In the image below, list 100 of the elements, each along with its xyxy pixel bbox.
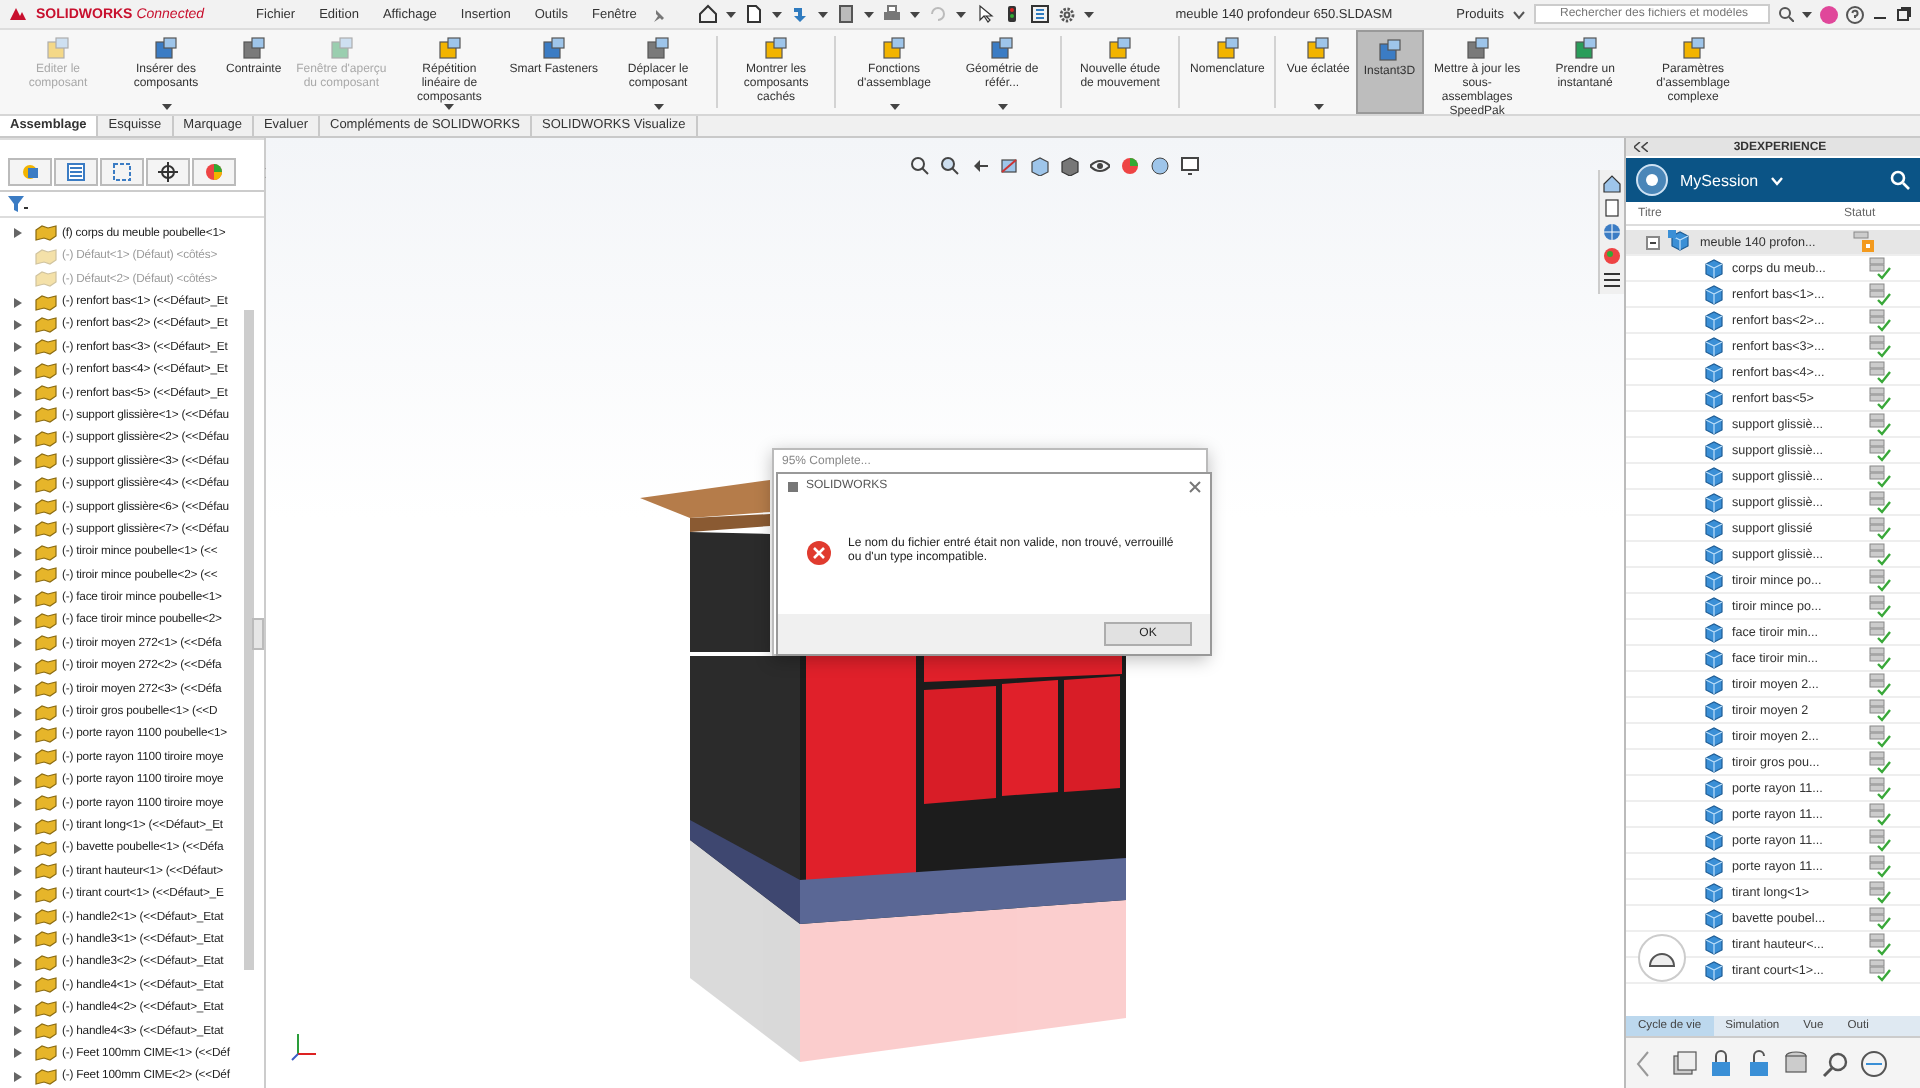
expand-arrow-icon[interactable]	[14, 661, 22, 672]
caret-icon[interactable]	[1313, 104, 1324, 110]
caret-icon[interactable]	[653, 104, 664, 110]
lock-icon[interactable]	[1708, 1049, 1736, 1077]
expand-arrow-icon[interactable]	[14, 889, 22, 900]
expand-arrow-icon[interactable]	[14, 433, 22, 444]
magnifier-icon[interactable]	[1822, 1049, 1850, 1077]
component-icon[interactable]	[1465, 36, 1490, 60]
unlock-icon[interactable]	[1746, 1049, 1774, 1077]
expand-arrow-icon[interactable]	[14, 1003, 22, 1014]
caret-icon[interactable]	[889, 104, 900, 110]
component-icon[interactable]	[437, 36, 462, 60]
restore-icon[interactable]	[1896, 6, 1912, 22]
component-icon[interactable]	[1573, 36, 1598, 60]
chevron-down-icon[interactable]	[1512, 9, 1526, 19]
cursor-icon[interactable]	[974, 4, 995, 24]
expand-arrow-icon[interactable]	[14, 365, 22, 376]
expand-arrow-icon[interactable]	[14, 775, 22, 786]
caret-icon[interactable]	[997, 104, 1008, 110]
globe-icon[interactable]	[1602, 222, 1622, 242]
part-icon	[34, 999, 58, 1018]
display-style-icon[interactable]	[1060, 156, 1080, 176]
expand-arrow-icon[interactable]	[14, 456, 22, 467]
zoom-fit-icon[interactable]	[910, 156, 930, 176]
expand-arrow-icon[interactable]	[14, 638, 22, 649]
home-icon[interactable]	[1602, 174, 1622, 194]
expand-arrow-icon[interactable]	[14, 866, 22, 877]
database-icon[interactable]	[1784, 1049, 1812, 1077]
component-icon[interactable]	[764, 36, 789, 60]
gear-icon[interactable]	[1058, 5, 1077, 23]
printer-icon[interactable]	[882, 4, 903, 24]
document-stack-icon[interactable]	[1670, 1049, 1698, 1077]
palette-icon[interactable]	[1602, 246, 1622, 266]
expand-arrow-icon[interactable]	[14, 821, 22, 831]
component-icon[interactable]	[1215, 36, 1240, 60]
caret-icon[interactable]	[161, 104, 171, 110]
home-icon[interactable]	[698, 4, 719, 24]
close-icon[interactable]	[1188, 479, 1202, 493]
expand-arrow-icon[interactable]	[14, 957, 22, 968]
zoom-area-icon[interactable]	[940, 156, 960, 176]
section-view-icon[interactable]	[1000, 156, 1020, 176]
component-icon[interactable]	[541, 36, 566, 60]
expand-arrow-icon[interactable]	[14, 342, 22, 353]
component-icon[interactable]	[646, 36, 671, 60]
monitor-icon[interactable]	[1180, 156, 1200, 176]
expand-arrow-icon[interactable]	[14, 752, 22, 763]
search-icon[interactable]	[1890, 170, 1910, 190]
part-icon	[34, 406, 58, 425]
document-library-icon[interactable]	[1602, 198, 1622, 218]
appearance-icon[interactable]	[192, 158, 236, 187]
caret-icon[interactable]	[910, 11, 921, 17]
options-icon[interactable]	[1030, 4, 1051, 24]
splitter-handle[interactable]	[252, 618, 264, 650]
expand-arrow-icon[interactable]	[14, 980, 22, 991]
caret-icon[interactable]	[956, 11, 967, 17]
save-stack-icon[interactable]	[836, 4, 857, 24]
new-document-icon[interactable]	[744, 4, 765, 24]
assembly-tree-icon[interactable]	[8, 158, 52, 187]
caret-icon[interactable]	[726, 11, 737, 17]
cube-view-icon[interactable]	[1030, 156, 1050, 176]
caret-icon[interactable]	[772, 11, 783, 17]
expand-arrow-icon[interactable]	[14, 228, 22, 239]
appearance-icon[interactable]	[1120, 156, 1140, 176]
property-list-icon[interactable]	[54, 158, 98, 187]
floating-button[interactable]	[1638, 934, 1686, 982]
expand-arrow-icon[interactable]	[14, 798, 22, 809]
component-icon[interactable]	[1108, 36, 1133, 60]
component-icon[interactable]	[154, 36, 178, 60]
collapse-panel-icon[interactable]	[1634, 142, 1648, 152]
session-name[interactable]: MySession	[1680, 171, 1759, 189]
caret-icon[interactable]	[444, 104, 455, 110]
expand-arrow-icon[interactable]	[14, 547, 22, 558]
compass-icon[interactable]	[1636, 164, 1668, 196]
component-icon[interactable]	[1377, 38, 1402, 62]
component-icon[interactable]	[241, 36, 266, 60]
configuration-icon[interactable]	[100, 158, 144, 187]
expand-arrow-icon[interactable]	[14, 843, 22, 854]
eye-icon[interactable]	[1090, 156, 1110, 176]
caret-icon[interactable]	[1802, 11, 1812, 17]
filter-icon[interactable]	[8, 196, 28, 213]
crosshair-icon[interactable]	[146, 158, 190, 187]
caret-icon[interactable]	[864, 11, 875, 17]
component-icon[interactable]	[1306, 36, 1331, 60]
component-icon[interactable]	[1681, 36, 1706, 60]
avatar[interactable]	[1820, 5, 1838, 23]
expand-arrow-icon[interactable]	[14, 479, 22, 490]
list-icon[interactable]	[1602, 270, 1622, 290]
search-icon[interactable]	[1778, 6, 1794, 22]
help-icon[interactable]	[1846, 5, 1864, 23]
component-icon[interactable]	[882, 36, 907, 60]
expand-arrow-icon[interactable]	[14, 684, 22, 695]
caret-icon[interactable]	[1084, 11, 1095, 17]
component-icon[interactable]	[990, 36, 1015, 60]
open-arrow-icon[interactable]	[790, 4, 811, 24]
collapse-toggle-icon[interactable]	[1646, 235, 1660, 249]
caret-icon[interactable]	[818, 11, 829, 17]
scrollbar[interactable]	[244, 310, 254, 970]
expand-arrow-icon[interactable]	[14, 1071, 22, 1082]
expand-arrow-icon[interactable]	[14, 570, 22, 581]
previous-view-icon[interactable]	[970, 156, 990, 176]
